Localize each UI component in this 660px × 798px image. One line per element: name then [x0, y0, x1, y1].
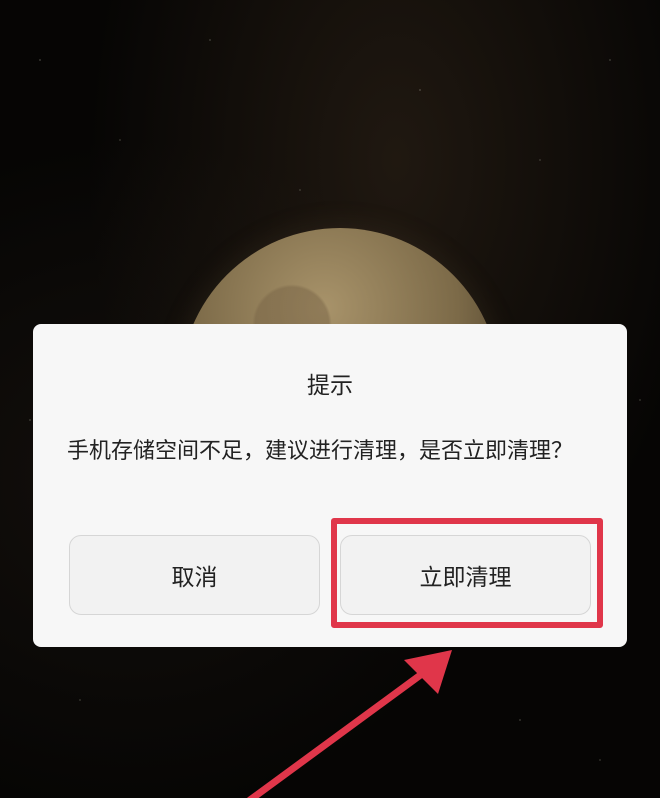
pointer-arrow-icon — [247, 650, 452, 798]
phone-screen: 提示 手机存储空间不足，建议进行清理，是否立即清理？ 取消 立即清理 — [0, 0, 660, 798]
